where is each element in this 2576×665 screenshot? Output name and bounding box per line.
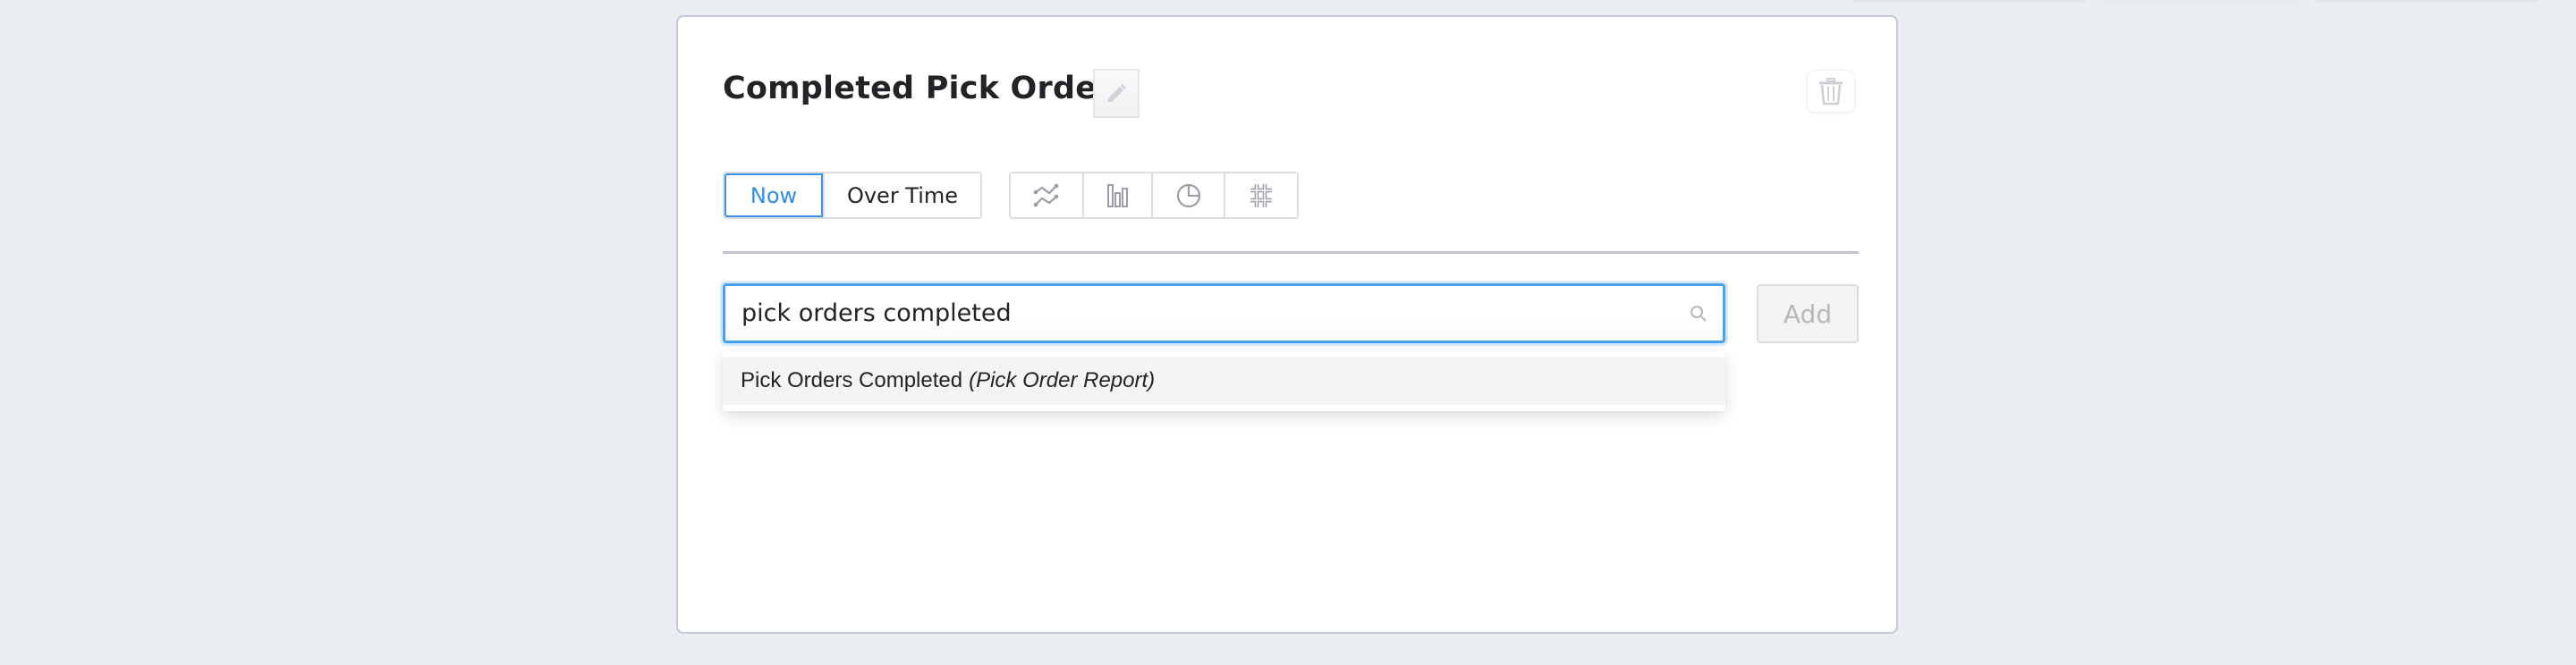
toggle-over-time[interactable]: Over Time [823,173,980,217]
chart-type-selector [1009,172,1299,219]
line-chart-icon [1033,183,1059,206]
pie-chart-icon [1176,183,1200,207]
toggle-now[interactable]: Now [724,173,823,217]
chart-type-pie[interactable] [1151,173,1224,217]
widget-title: Completed Pick Orders [723,71,1131,106]
pencil-icon [1108,83,1126,102]
add-metric-button[interactable]: Add [1757,284,1859,343]
search-icon [1690,306,1707,322]
chart-type-bar[interactable] [1082,173,1151,217]
trash-icon [1819,78,1843,105]
time-range-toggle: Now Over Time [723,172,982,219]
widget-editor-card: Completed Pick Orders Now Over Time pick… [676,15,1898,634]
suggestion-item[interactable]: Pick Orders Completed (Pick Order Report… [723,357,1725,405]
metric-search-input[interactable] [741,286,1654,341]
hash-icon [1250,183,1272,207]
chart-type-number[interactable] [1224,173,1297,217]
section-divider [723,251,1859,254]
search-suggestions-dropdown: Pick Orders Completed (Pick Order Report… [723,351,1725,411]
edit-title-button[interactable] [1093,69,1140,118]
chart-type-line[interactable] [1011,173,1082,217]
background-tab [2102,0,2301,3]
metric-search-box [723,283,1725,343]
background-tab [2315,0,2538,3]
bar-chart-icon [1106,183,1128,207]
delete-widget-button[interactable] [1807,70,1855,113]
suggestion-name: Pick Orders Completed [741,368,963,392]
suggestion-source: (Pick Order Report) [969,368,1156,392]
background-tab [1852,0,2086,3]
